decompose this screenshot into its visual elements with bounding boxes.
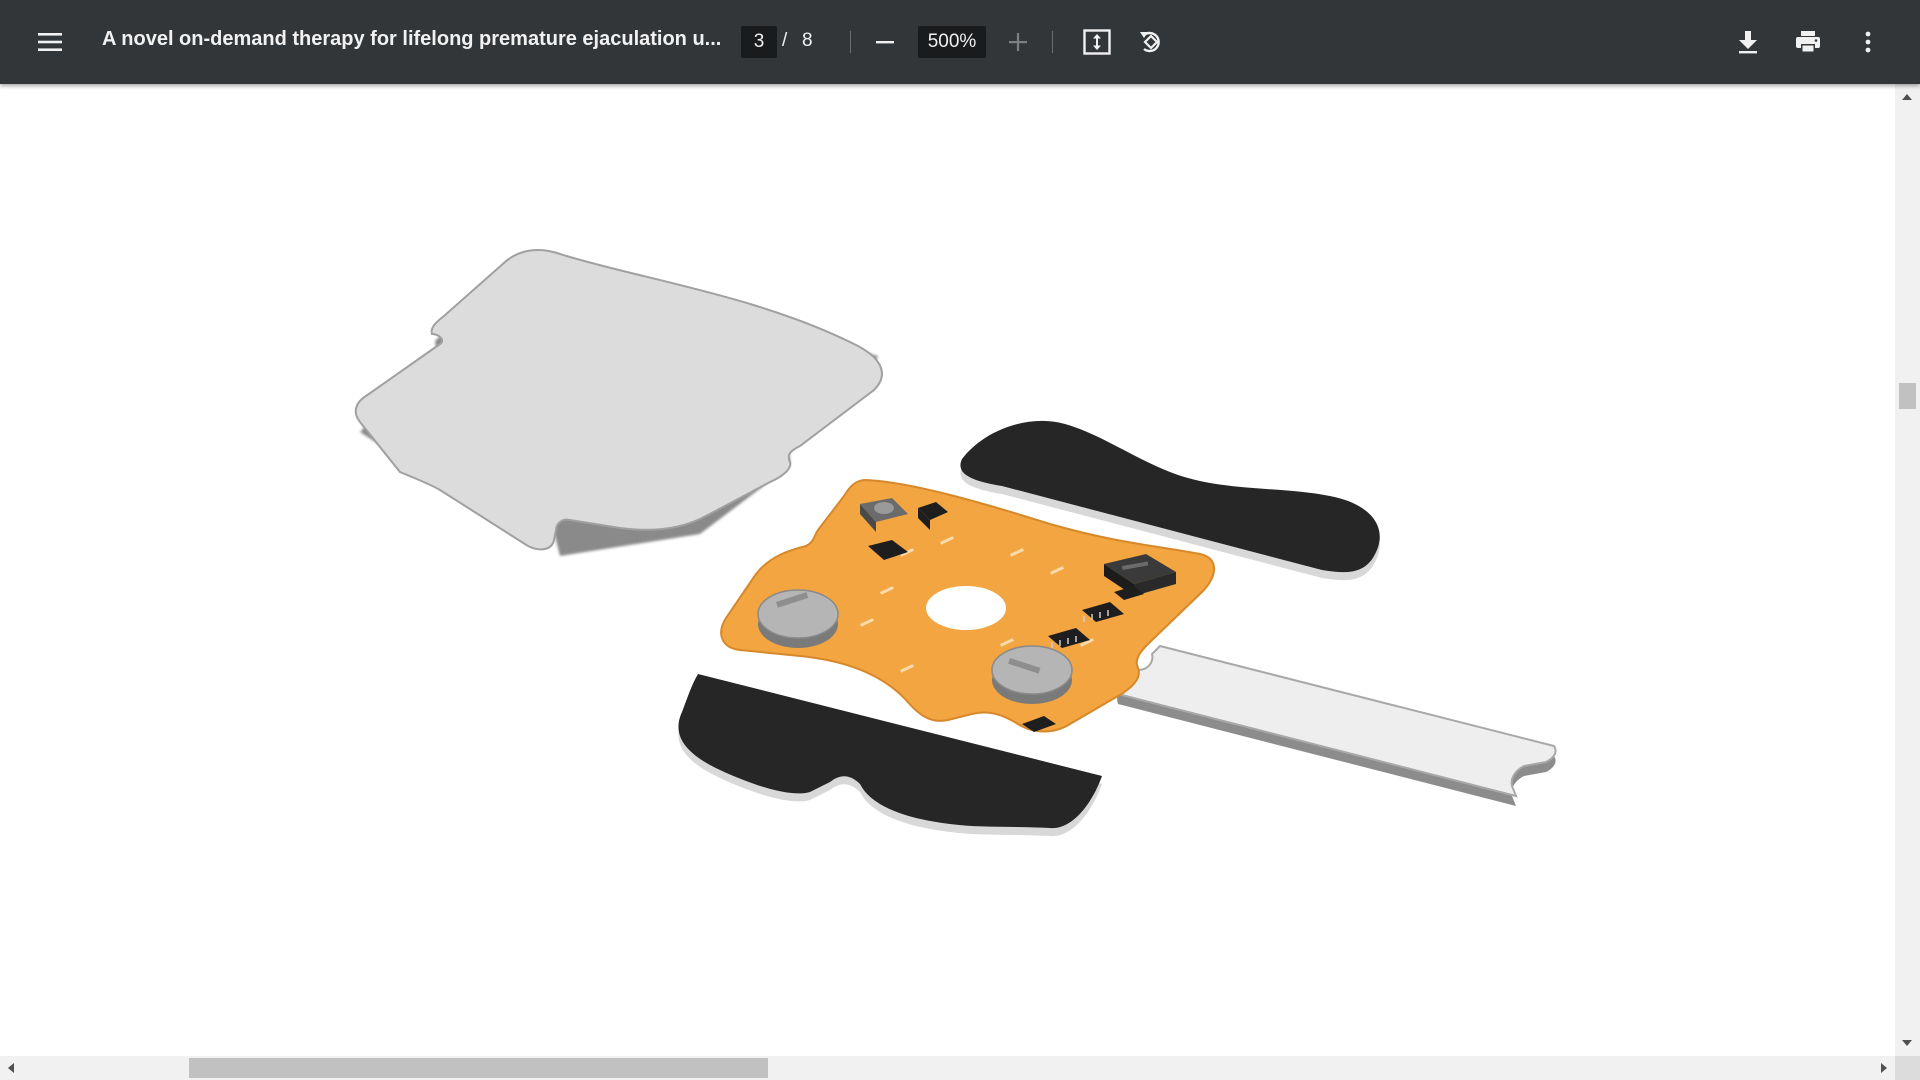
page-separator: / [782, 30, 788, 51]
scroll-up-arrow-icon[interactable] [1902, 94, 1912, 100]
download-icon [1739, 31, 1757, 54]
toolbar-divider [1052, 31, 1053, 53]
document-viewer[interactable] [0, 84, 1895, 1056]
more-options-button[interactable] [1846, 20, 1890, 64]
rotate-button[interactable] [1129, 20, 1173, 64]
toolbar-divider [850, 31, 851, 53]
print-button[interactable] [1786, 20, 1830, 64]
plus-icon [1009, 33, 1027, 51]
zoom-in-button[interactable] [996, 20, 1040, 64]
document-title: A novel on-demand therapy for lifelong p… [102, 28, 722, 50]
vertical-scroll-thumb[interactable] [1899, 383, 1916, 409]
download-button[interactable] [1726, 20, 1770, 64]
scroll-right-arrow-icon[interactable] [1881, 1063, 1887, 1073]
coin-cell-battery-left [757, 589, 839, 648]
gray-bar-bottom-right [1116, 644, 1557, 806]
total-pages: 8 [802, 30, 813, 51]
device-exploded-view-figure [354, 249, 1557, 837]
pdf-toolbar: A novel on-demand therapy for lifelong p… [0, 0, 1920, 84]
scroll-down-arrow-icon[interactable] [1902, 1040, 1912, 1046]
menu-button[interactable] [28, 20, 72, 64]
rotate-icon [1140, 31, 1160, 53]
vertical-scrollbar[interactable] [1895, 84, 1920, 1056]
page-number-input[interactable] [741, 26, 777, 58]
print-icon [1796, 31, 1820, 53]
scrollbar-corner [1895, 1056, 1920, 1080]
coin-cell-battery-right [991, 645, 1073, 704]
zoom-out-button[interactable] [863, 20, 907, 64]
minus-icon [876, 41, 894, 44]
more-vert-icon [1865, 31, 1871, 53]
fit-to-page-icon [1083, 29, 1111, 55]
zoom-level-input[interactable] [918, 26, 986, 58]
scroll-left-arrow-icon[interactable] [8, 1063, 14, 1073]
menu-icon [38, 33, 62, 51]
horizontal-scrollbar[interactable] [0, 1056, 1895, 1080]
gray-pad-top-left [354, 249, 883, 556]
horizontal-scroll-thumb[interactable] [189, 1058, 768, 1078]
fit-to-page-button[interactable] [1075, 20, 1119, 64]
